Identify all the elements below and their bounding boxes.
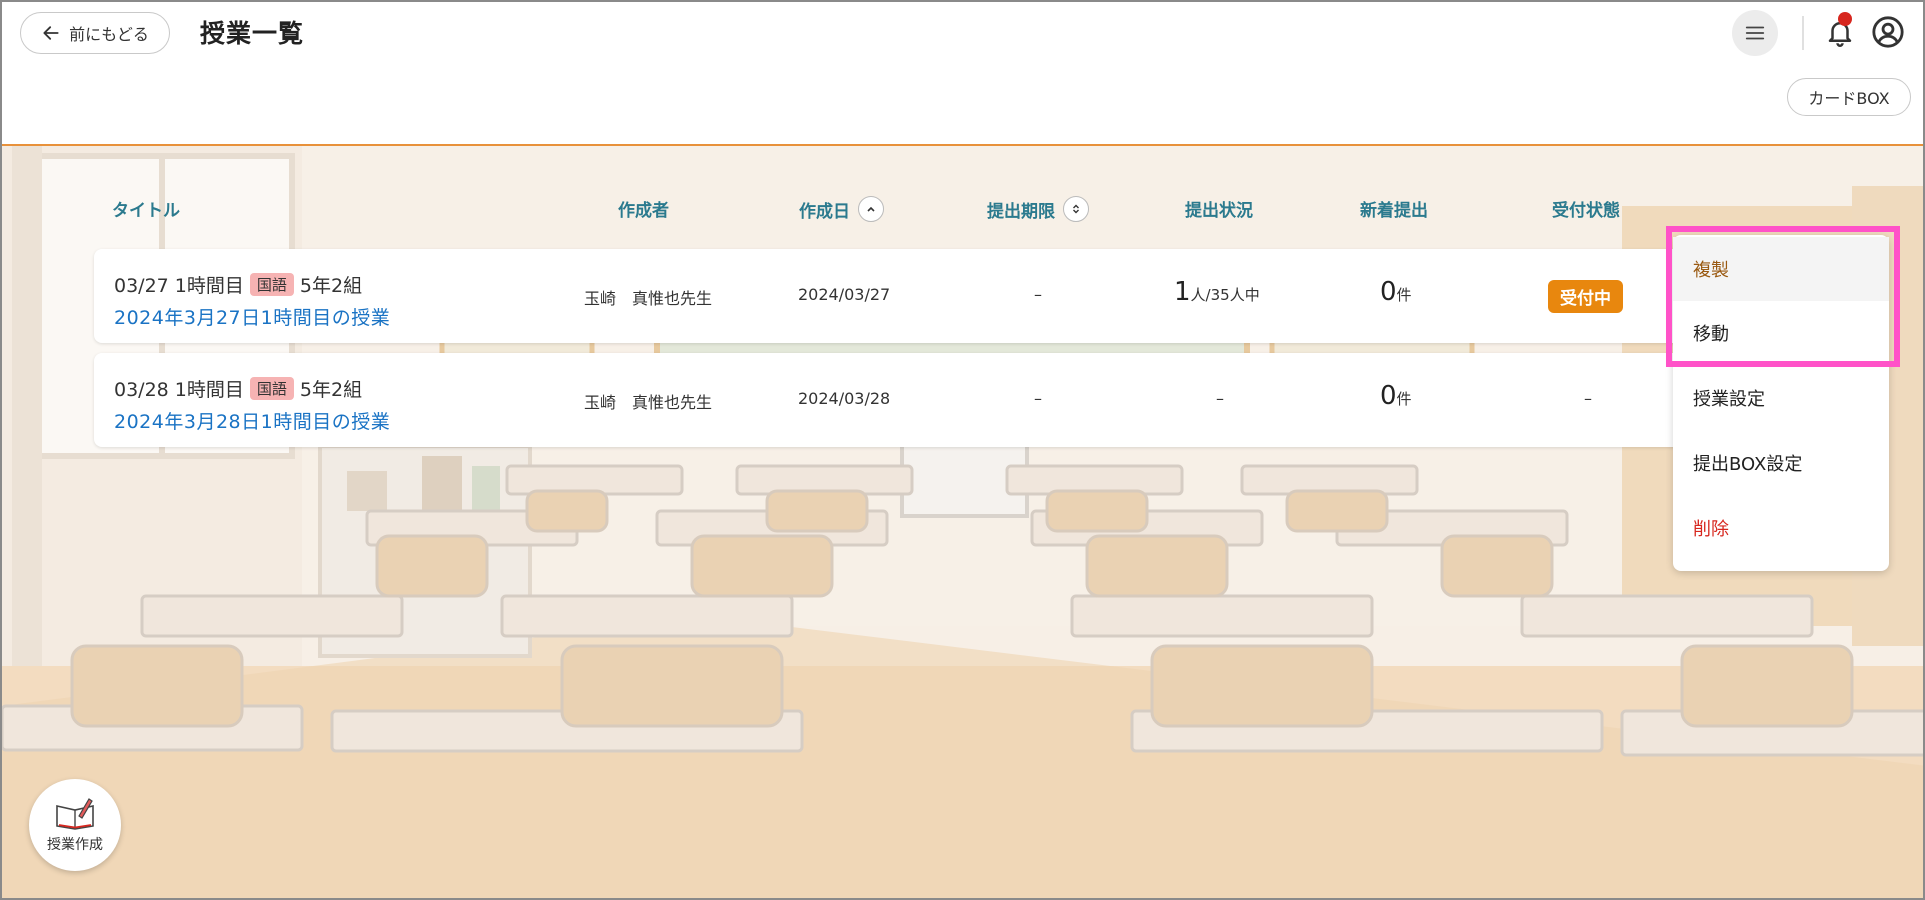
lesson-date-period: 03/27 1時間目 [114,275,244,297]
lesson-deadline: – [1034,389,1042,408]
lesson-author: 玉崎 真惟也先生 [584,393,713,412]
lesson-date-period: 03/28 1時間目 [114,379,244,401]
submitted-suffix: 人/35人中 [1190,286,1260,304]
lesson-new-submissions: 0件 [1380,277,1412,307]
menu-item-lesson-settings[interactable]: 授業設定 [1673,366,1889,430]
new-suffix: 件 [1396,390,1412,408]
submitted-count: 1 [1174,277,1191,307]
new-count: 0 [1380,277,1397,307]
app-window: 前にもどる 授業一覧 カードBOX タイトル 作成者 作成日 提出期限 提出状況… [0,0,1925,900]
subject-badge: 国語 [249,377,294,400]
column-submission-status-label: 提出状況 [1185,201,1253,221]
accept-status: – [1584,389,1592,408]
column-header-new-submissions: 新着提出 [1360,196,1428,221]
lesson-submission-status: 1人/35人中 [1174,277,1260,307]
back-button[interactable]: 前にもどる [20,12,170,54]
menu-item-submission-box-settings[interactable]: 提出BOX設定 [1673,431,1889,495]
cardbox-button[interactable]: カードBOX [1787,78,1911,116]
new-suffix: 件 [1396,286,1412,304]
book-pencil-icon [56,798,94,830]
column-accept-status-label: 受付状態 [1552,201,1620,221]
header-divider [1802,16,1804,50]
page-title: 授業一覧 [200,19,305,48]
accept-status-badge: 受付中 [1548,280,1623,313]
new-count: 0 [1380,381,1397,411]
column-created-label: 作成日 [799,201,850,222]
menu-button[interactable] [1732,10,1778,56]
lesson-meta: 03/27 1時間目 国語 5年2組 [114,271,362,298]
lesson-new-submissions: 0件 [1380,381,1412,411]
subject-badge: 国語 [249,273,294,296]
create-lesson-button[interactable]: 授業作成 [29,779,121,871]
notification-badge [1838,12,1852,26]
lesson-deadline: – [1034,285,1042,304]
sort-toggle-icon[interactable] [1063,196,1089,222]
app-header: 前にもどる 授業一覧 カードBOX [2,2,1923,146]
lesson-class: 5年2組 [299,275,363,297]
column-deadline-label: 提出期限 [987,201,1055,222]
user-circle-icon [1872,16,1904,48]
lesson-meta: 03/28 1時間目 国語 5年2組 [114,375,362,402]
lesson-created-date: 2024/03/27 [798,285,891,304]
lesson-row[interactable]: 03/27 1時間目 国語 5年2組 2024年3月27日1時間目の授業 玉崎 … [94,249,1694,343]
column-author-label: 作成者 [618,201,669,221]
column-new-submissions-label: 新着提出 [1360,201,1428,221]
lesson-row[interactable]: 03/28 1時間目 国語 5年2組 2024年3月28日1時間目の授業 玉崎 … [94,353,1694,447]
column-header-author: 作成者 [618,196,669,221]
column-header-created[interactable]: 作成日 [799,196,884,222]
lesson-submission-status: – [1216,389,1224,408]
row-context-menu: 複製 移動 授業設定 提出BOX設定 削除 [1673,235,1889,571]
column-header-accept-status: 受付状態 [1552,196,1620,221]
lesson-title-link[interactable]: 2024年3月27日1時間目の授業 [114,303,390,330]
account-button[interactable] [1868,12,1908,52]
lesson-class: 5年2組 [299,379,363,401]
menu-item-move[interactable]: 移動 [1673,301,1889,365]
arrow-left-icon [43,26,59,40]
column-header-submission-status: 提出状況 [1185,196,1253,221]
hamburger-menu-icon [1745,26,1765,40]
column-title-label: タイトル [112,201,180,221]
back-button-label: 前にもどる [69,25,149,44]
lesson-title-link[interactable]: 2024年3月28日1時間目の授業 [114,407,390,434]
column-header-deadline[interactable]: 提出期限 [987,196,1089,222]
column-header-title: タイトル [112,196,180,221]
menu-item-delete[interactable]: 削除 [1673,496,1889,560]
lesson-author: 玉崎 真惟也先生 [584,289,713,308]
create-lesson-label: 授業作成 [47,837,103,853]
sort-ascending-icon[interactable] [858,196,884,222]
lesson-created-date: 2024/03/28 [798,389,891,408]
menu-item-duplicate[interactable]: 複製 [1673,237,1889,301]
